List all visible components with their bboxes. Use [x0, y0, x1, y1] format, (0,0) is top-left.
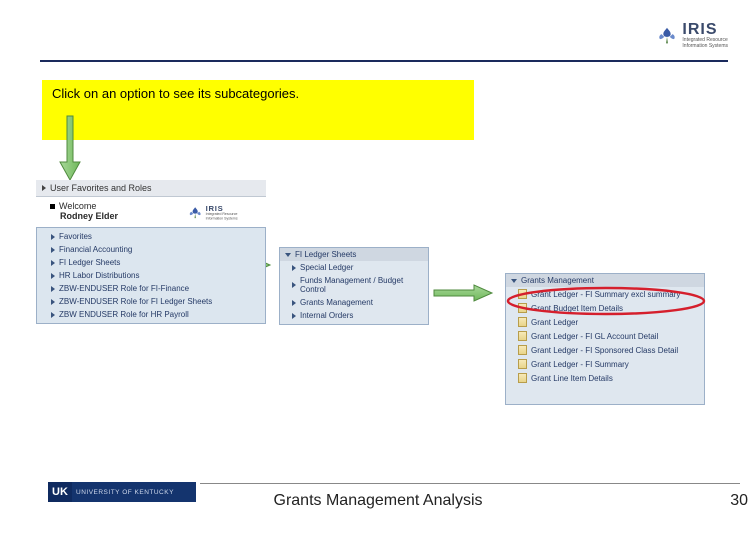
panel3-header[interactable]: Grants Management	[506, 274, 704, 287]
iris-logo-mini: IRIS Integrated Resource Information Sys…	[188, 205, 238, 220]
arrow-right-2-icon	[432, 283, 494, 303]
panel3-item[interactable]: Grant Ledger	[506, 315, 704, 329]
tree-arrow-icon	[51, 247, 55, 253]
panel3-item[interactable]: Grant Ledger - FI Summary	[506, 357, 704, 371]
item-label: Grant Ledger - FI Sponsored Class Detail	[531, 346, 678, 355]
tree-arrow-icon	[51, 260, 55, 266]
tab-label: User Favorites and Roles	[50, 183, 152, 193]
panel3-item[interactable]: Grant Budget Item Details	[506, 301, 704, 315]
report-icon	[518, 303, 527, 313]
panel-user-favorites: User Favorites and Roles Welcome Rodney …	[36, 180, 266, 335]
tab-user-favorites[interactable]: User Favorites and Roles	[36, 180, 266, 197]
panel1-item[interactable]: ZBW ENDUSER Role for HR Payroll	[41, 308, 261, 321]
page-number: 30	[730, 492, 748, 510]
panel3-header-label: Grants Management	[521, 276, 594, 285]
panel1-item[interactable]: ZBW-ENDUSER Role for FI Ledger Sheets	[41, 295, 261, 308]
item-label: Grant Budget Item Details	[531, 304, 623, 313]
panel1-item[interactable]: ZBW-ENDUSER Role for FI-Finance	[41, 282, 261, 295]
tree-arrow-icon	[292, 300, 296, 306]
item-label: Financial Accounting	[59, 245, 132, 254]
iris-logo-header: IRIS Integrated Resource Information Sys…	[656, 22, 728, 49]
panel1-item[interactable]: Financial Accounting	[41, 243, 261, 256]
tree-arrow-icon	[292, 282, 296, 288]
item-label: Grant Line Item Details	[531, 374, 613, 383]
iris-tag-2: Information Systems	[682, 44, 728, 50]
tree-open-icon	[511, 279, 517, 283]
panel2-item[interactable]: Funds Management / Budget Control	[280, 274, 428, 296]
panel1-item[interactable]: FI Ledger Sheets	[41, 256, 261, 269]
tab-arrow-icon	[42, 185, 46, 191]
item-label: Grant Ledger - FI GL Account Detail	[531, 332, 658, 341]
item-label: HR Labor Distributions	[59, 271, 139, 280]
item-label: ZBW-ENDUSER Role for FI-Finance	[59, 284, 189, 293]
panel1-item[interactable]: HR Labor Distributions	[41, 269, 261, 282]
item-label: Grants Management	[300, 298, 373, 307]
item-label: FI Ledger Sheets	[59, 258, 120, 267]
panel2-item[interactable]: Grants Management	[280, 296, 428, 309]
tree-arrow-icon	[292, 313, 296, 319]
panel2-header-label: FI Ledger Sheets	[295, 250, 356, 259]
arrow-down-icon	[58, 114, 82, 182]
report-icon	[518, 317, 527, 327]
report-icon	[518, 345, 527, 355]
item-label: Grant Ledger	[531, 318, 578, 327]
tree-arrow-icon	[51, 234, 55, 240]
report-icon	[518, 289, 527, 299]
tree-arrow-icon	[292, 265, 296, 271]
panel3-item[interactable]: Grant Line Item Details	[506, 371, 704, 385]
welcome-block: Welcome Rodney Elder IRIS Integrated Res…	[36, 197, 266, 227]
report-icon	[518, 359, 527, 369]
welcome-name: Rodney Elder	[60, 211, 118, 221]
panel-grants-management: Grants Management Grant Ledger - FI Summ…	[505, 273, 705, 405]
iris-logo-text: IRIS	[682, 22, 728, 38]
tree-arrow-icon	[51, 286, 55, 292]
tree-open-icon	[285, 253, 291, 257]
item-label: Grant Ledger - FI Summary	[531, 360, 629, 369]
item-label: Internal Orders	[300, 311, 353, 320]
tree-arrow-icon	[51, 273, 55, 279]
panel1-item[interactable]: Favorites	[41, 230, 261, 243]
item-label: Favorites	[59, 232, 92, 241]
slide-title: Grants Management Analysis	[0, 492, 756, 510]
panel-fi-ledger-sheets: FI Ledger Sheets Special Ledger Funds Ma…	[279, 247, 429, 325]
panel3-item[interactable]: Grant Ledger - FI Sponsored Class Detail	[506, 343, 704, 357]
bullet-icon	[50, 204, 55, 209]
report-icon	[518, 331, 527, 341]
tree-arrow-icon	[51, 299, 55, 305]
header-divider	[40, 60, 728, 62]
item-label: Grant Ledger - FI Summary excl summary	[531, 290, 680, 299]
panel2-header[interactable]: FI Ledger Sheets	[280, 248, 428, 261]
instruction-callout: Click on an option to see its subcategor…	[42, 80, 474, 140]
panel1-list: Favorites Financial Accounting FI Ledger…	[36, 227, 266, 324]
welcome-label: Welcome	[59, 201, 96, 211]
callout-text: Click on an option to see its subcategor…	[52, 86, 299, 101]
tree-arrow-icon	[51, 312, 55, 318]
panel2-item[interactable]: Internal Orders	[280, 309, 428, 322]
iris-flower-icon	[656, 25, 678, 47]
footer-divider	[200, 483, 740, 484]
item-label: Funds Management / Budget Control	[300, 276, 428, 294]
panel3-item[interactable]: Grant Ledger - FI GL Account Detail	[506, 329, 704, 343]
item-label: ZBW ENDUSER Role for HR Payroll	[59, 310, 189, 319]
panel3-item[interactable]: Grant Ledger - FI Summary excl summary	[506, 287, 704, 301]
item-label: ZBW-ENDUSER Role for FI Ledger Sheets	[59, 297, 212, 306]
panel2-item[interactable]: Special Ledger	[280, 261, 428, 274]
item-label: Special Ledger	[300, 263, 353, 272]
report-icon	[518, 373, 527, 383]
